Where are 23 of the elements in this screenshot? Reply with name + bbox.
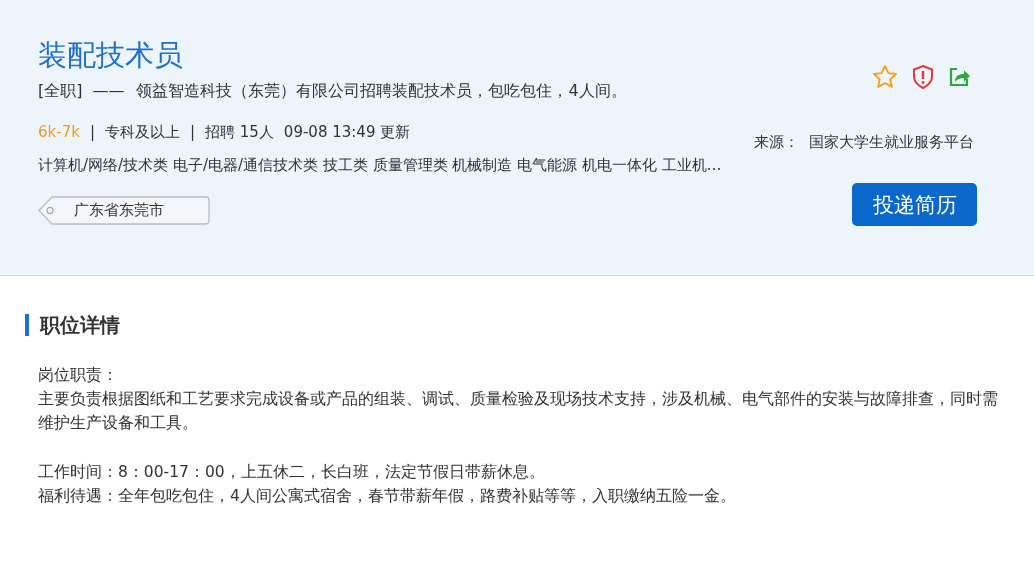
- job-type: [全职]: [38, 81, 83, 100]
- description-text: 主要负责根据图纸和工艺要求完成设备或产品的组装、调试、质量检验及现场技术支持，涉及机械、电气部件的安装与故障排查，同时需维护生产设备和工具。: [38, 389, 998, 434]
- salary-range: 6k-7k: [38, 122, 80, 143]
- dash: ——: [92, 81, 125, 100]
- job-summary: 领益智造科技（东莞）有限公司招聘装配技术员，包吃包住，4人间。: [136, 81, 627, 100]
- description-text: 福利待遇：全年包吃包住，4人间公寓式宿舍，春节带薪年假，路费补贴等等，入职缴纳五险一金。: [38, 486, 737, 507]
- location-tag: 广东省东莞市: [38, 196, 210, 225]
- source-name: 国家大学生就业服务平台: [809, 133, 974, 151]
- description-text: 岗位职责：: [38, 365, 119, 386]
- share-icon[interactable]: [947, 65, 971, 89]
- job-meta: 专科及以上: [104, 122, 180, 143]
- warning-shield-icon[interactable]: [911, 64, 935, 90]
- apply-button[interactable]: 投递简历: [852, 183, 977, 226]
- source-label: 来源：: [754, 133, 799, 151]
- job-meta: 09-08 13:49 更新: [283, 122, 411, 143]
- star-icon[interactable]: [871, 63, 899, 91]
- job-meta: 招聘 15人: [205, 122, 274, 143]
- job-title: 装配技术员: [38, 37, 184, 74]
- description-text: 工作时间：8：00-17：00，上五休二，长白班，法定节假日带薪休息。: [38, 462, 546, 483]
- job-categories: 计算机/网络/技术类 电子/电器/通信技术类 技工类 质量管理类 机械制造 电气能源 机电一体化 工业机…: [38, 155, 723, 176]
- separator: |: [89, 122, 95, 143]
- section-heading: 职位详情: [25, 314, 996, 336]
- separator: |: [189, 122, 195, 143]
